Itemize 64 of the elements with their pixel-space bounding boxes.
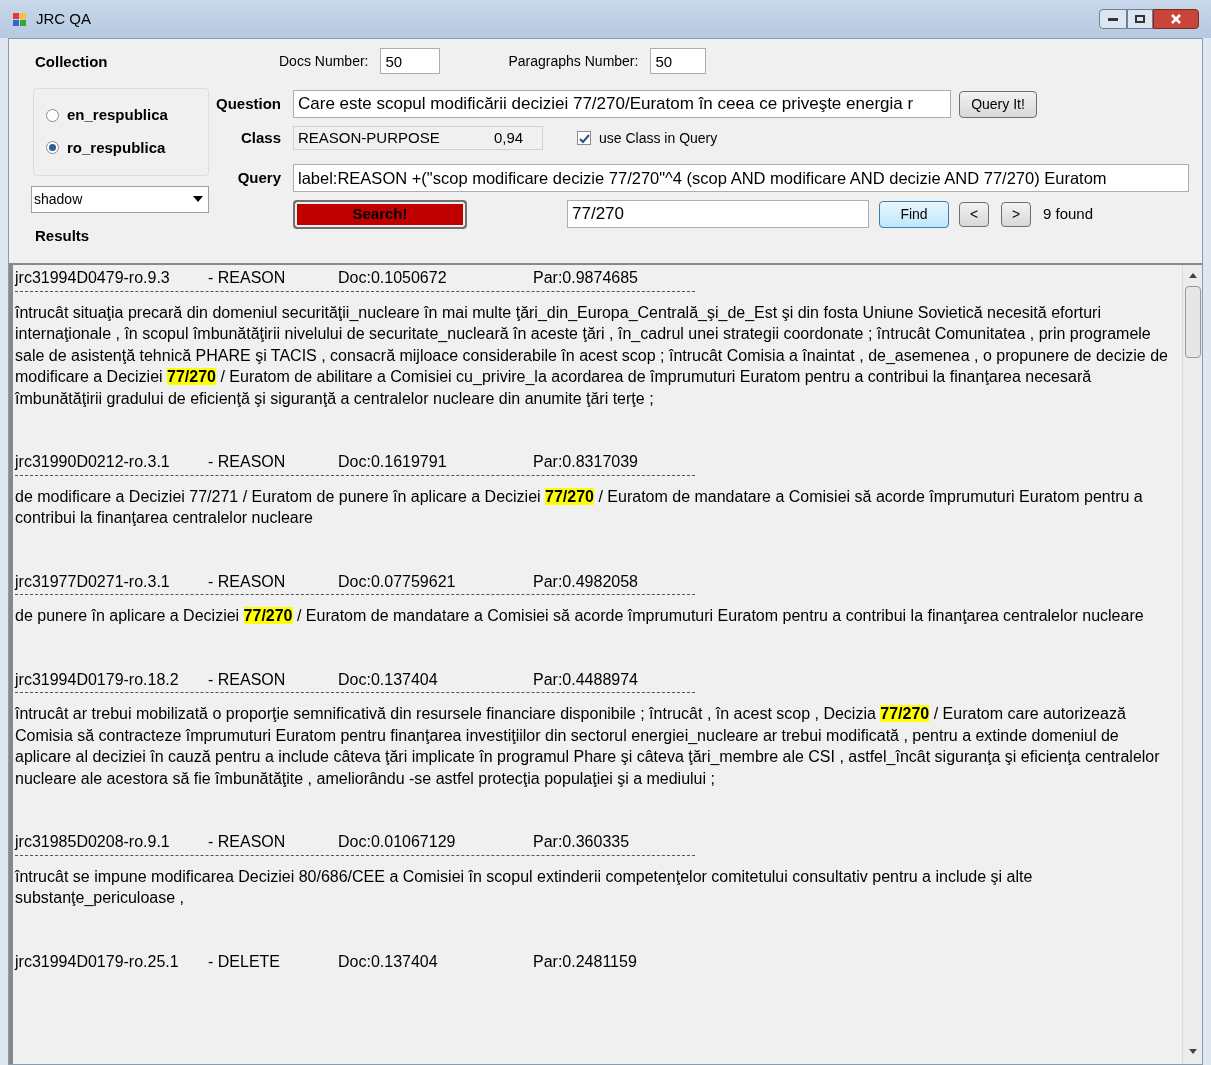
app-icon bbox=[12, 11, 28, 27]
radio-button[interactable] bbox=[46, 108, 59, 122]
window-title: JRC QA bbox=[36, 8, 91, 29]
docs-number-field[interactable]: 50 bbox=[380, 48, 441, 74]
docs-number-label: Docs Number: bbox=[279, 51, 369, 71]
par-score: Par:0.360335 bbox=[533, 832, 630, 852]
result-label: - REASON bbox=[208, 268, 287, 288]
result-label: - REASON bbox=[208, 452, 287, 472]
result-id: jrc31994D0479-ro.9.3 bbox=[15, 268, 171, 288]
par-score: Par:0.4488974 bbox=[533, 669, 638, 690]
doc-score: Doc:0.01067129 bbox=[338, 832, 457, 852]
doc-score: Doc:0.137404 bbox=[338, 669, 439, 690]
question-field[interactable]: Care este scopul modificării deciziei 77/270/Euratom în ceea ce priveşte energia r bbox=[293, 90, 951, 118]
scroll-down-icon[interactable] bbox=[1188, 1049, 1197, 1054]
par-score: Par:0.2481159 bbox=[533, 951, 637, 972]
result-id: jrc31985D0208-ro.9.1 bbox=[15, 832, 171, 852]
result-id: jrc31994D0179-ro.25.1 bbox=[15, 951, 180, 972]
radio-button[interactable] bbox=[46, 141, 59, 155]
question-label: Question bbox=[215, 93, 282, 114]
result-paragraph: de modificare a Deciziei 77/271 / Euratom de punere în aplicare a Deciziei 77/270 / Euratom de mandatare a Comisiei să acorde împrumuturi Euratom pentru a contribui la finanţarea centralelor nucleare bbox=[15, 486, 1144, 528]
result-paragraph: întrucât situaţia precară din domeniul securităţii_nucleare în mai multe ţări_din_Europa_Centrală_şi_de_Est şi din fosta Uniune Sovietică necesită eforturi internaţionale , în scopul îmbunătăţirii nivelului de securitate_nucleară în aceste ţări , în_cadrul unei strategii coordonate ; întrucât Comunitatea , prin programele sale de asistenţă tehnică PHARE şi TACIS , consacră mijloace considerabile în acest scop ; întrucât Comisia a înaintat , de_asemenea , o propunere de decizie de modificare a Deciziei 77/270 / Euratom de abilitare a Comisiei cu_privire_la acordarea de împrumuturi Euratom pentru a contribui la finanţarea necesară îmbunătăţirii gradului de eficienţă şi siguranţă a centralelor nucleare din anumite ţări terţe ; bbox=[15, 302, 1169, 409]
result-id: jrc31990D0212-ro.3.1 bbox=[15, 452, 171, 472]
result-label: - REASON bbox=[208, 669, 287, 690]
result-paragraph: de punere în aplicare a Deciziei 77/270 / Euratom de mandatare a Comisiei să acorde împrumuturi Euratom pentru a contribui la finanţarea centralelor nucleare bbox=[15, 606, 1145, 626]
doc-score: Doc:0.1050672 bbox=[338, 268, 448, 288]
result-id: jrc31977D0271-ro.3.1 bbox=[15, 571, 171, 592]
result-label: - REASON bbox=[208, 832, 287, 852]
close-button[interactable] bbox=[1153, 9, 1199, 29]
dropdown-arrow-icon bbox=[193, 196, 203, 202]
doc-score: Doc:0.07759621 bbox=[338, 571, 457, 592]
index-dropdown[interactable]: shadow bbox=[31, 185, 209, 213]
use-class-checkbox[interactable] bbox=[577, 131, 591, 145]
par-score: Par:0.8317039 bbox=[533, 452, 638, 472]
par-score: Par:0.9874685 bbox=[533, 268, 638, 288]
scroll-thumb[interactable] bbox=[1184, 286, 1201, 358]
next-button[interactable]: > bbox=[1001, 201, 1031, 227]
found-count: 9 found bbox=[1043, 203, 1094, 224]
result-paragraph: întrucât se impune modificarea Deciziei 80/686/CEE a Comisiei în scopul extinderii competenţelor comitetului consultativ pentru a include şi alte substanţe_periculoase , bbox=[15, 866, 1034, 908]
radio-label: en_respublica bbox=[67, 105, 168, 125]
paragraphs-number-field[interactable]: 50 bbox=[650, 48, 707, 74]
result-label: - REASON bbox=[208, 571, 287, 592]
close-icon bbox=[1170, 14, 1182, 24]
query-button[interactable]: Query It! bbox=[959, 90, 1037, 118]
doc-score: Doc:0.1619791 bbox=[338, 452, 448, 472]
find-button[interactable]: Find bbox=[879, 200, 949, 228]
class-field: REASON-PURPOSE 0,94 bbox=[293, 126, 543, 150]
result-id: jrc31994D0179-ro.18.2 bbox=[15, 669, 180, 690]
par-score: Par:0.4982058 bbox=[533, 571, 638, 592]
result-label: - DELETE bbox=[208, 951, 281, 972]
doc-score: Doc:0.137404 bbox=[338, 951, 439, 972]
paragraphs-number-label: Paragraphs Number: bbox=[508, 51, 639, 71]
minimize-button[interactable] bbox=[1099, 9, 1127, 29]
previous-button[interactable]: < bbox=[959, 201, 989, 227]
class-label: Class bbox=[239, 127, 282, 148]
results-label: Results bbox=[35, 225, 91, 246]
query-field[interactable]: label:REASON +("scop modificare decizie 77/270"^4 (scop AND modificare AND decizie AND 77/270) Euratom bbox=[293, 164, 1189, 192]
radio-label: ro_respublica bbox=[67, 137, 166, 158]
use-class-label: use Class in Query bbox=[599, 128, 718, 148]
result-paragraph: întrucât ar trebui mobilizată o proporţie semnificativă din resursele financiare disponibile ; întrucât , în acest scop , Decizia 77/270 / Euratom care autorizează Comisia să contracteze împrumuturi Euratom pentru finanţarea investiţiilor din sectorul energiei_nucleare ar trebui modificată , pentru a extinde domeniul de aplicare al deciziei în cauză pentru a include câteva ţări implicate în programul Phare şi câteva ţări_membre ale CSI , astfel_încât siguranţa şi eficienţa centralelor nucleare ale acestora să fie îmbunătăţite , ameliorându -se astfel protecţia populaţiei şi a mediului ; bbox=[15, 704, 1161, 789]
maximize-button[interactable] bbox=[1127, 9, 1153, 29]
scroll-up-icon[interactable] bbox=[1188, 273, 1197, 278]
query-label: Query bbox=[236, 167, 282, 188]
collection-label: Collection bbox=[35, 52, 109, 72]
find-field[interactable]: 77/270 bbox=[567, 200, 869, 228]
